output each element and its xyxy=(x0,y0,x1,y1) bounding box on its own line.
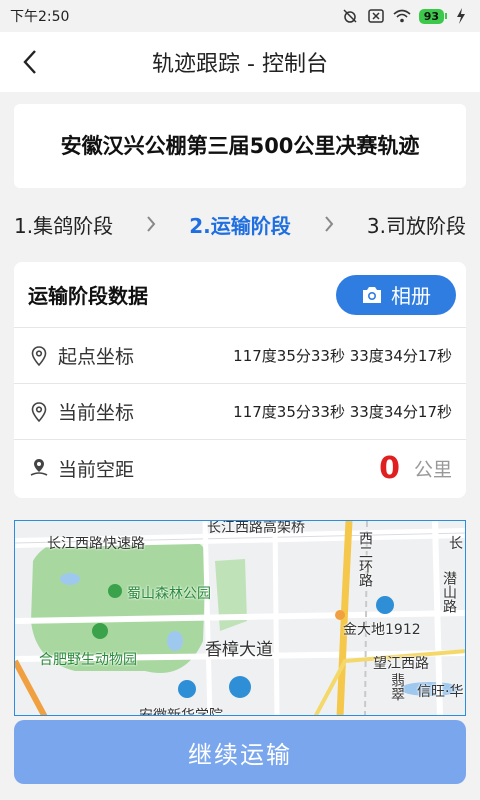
map-label-zoo: 合肥野生动物园 xyxy=(39,652,137,668)
back-button[interactable] xyxy=(14,46,46,78)
chevron-right-icon xyxy=(321,214,337,234)
transport-data-card: 运输阶段数据 相册 起点坐标 117度35分33秒 33度34分17秒 当前坐标… xyxy=(14,262,466,498)
data-card-heading: 运输阶段数据 xyxy=(28,284,148,308)
camera-icon xyxy=(363,286,381,303)
map-label-avenue: 香樟大道 xyxy=(205,640,273,660)
step-collect[interactable]: 1.集鸽阶段 xyxy=(14,210,113,239)
map-label-road3: 望江西路 xyxy=(373,656,429,672)
map-label-road4: 潜山路 xyxy=(441,571,457,613)
map-label-park: 蜀山森林公园 xyxy=(127,586,211,602)
location-pin-icon xyxy=(28,345,50,367)
current-distance-row: 当前空距 0 公里 xyxy=(14,440,466,496)
album-label: 相册 xyxy=(391,284,431,308)
map-view[interactable]: 长江西路高架桥 长江西路快速路 长 西二环路 蜀山森林公园 潜山路 金大地191… xyxy=(14,520,466,716)
map-label-edge: 长 xyxy=(449,536,463,552)
continue-transport-button[interactable]: 继续运输 xyxy=(14,720,466,784)
distance-unit: 公里 xyxy=(413,458,452,481)
current-coordinate-row: 当前坐标 117度35分33秒 33度34分17秒 xyxy=(14,384,466,440)
battery-level: 93 xyxy=(418,8,448,24)
data-card-header: 运输阶段数据 相册 xyxy=(14,262,466,328)
start-coordinate-label: 起点坐标 xyxy=(58,346,135,368)
step-transport[interactable]: 2.运输阶段 xyxy=(189,210,291,239)
race-title: 安徽汉兴公棚第三届500公里决赛轨迹 xyxy=(60,134,420,158)
step-release[interactable]: 3.司放阶段 xyxy=(367,210,466,239)
map-label-landmark: 金大地1912 xyxy=(343,622,421,638)
distance-pin-icon xyxy=(28,457,50,479)
map-label-road2: 长江西路快速路 xyxy=(47,536,145,552)
back-arrow-icon xyxy=(23,50,36,74)
charging-icon xyxy=(452,8,470,24)
current-coordinate-label: 当前坐标 xyxy=(58,402,135,424)
album-button[interactable]: 相册 xyxy=(336,274,456,315)
race-title-card: 安徽汉兴公棚第三届500公里决赛轨迹 xyxy=(14,104,466,188)
current-distance-value: 0 xyxy=(379,450,400,486)
current-coordinate-value: 117度35分33秒 33度34分17秒 xyxy=(233,403,452,421)
sim-off-icon xyxy=(367,8,385,24)
page-title: 轨迹跟踪 - 控制台 xyxy=(152,52,328,77)
map-label-school: 安徽新华学院 xyxy=(139,708,223,716)
stage-stepper: 1.集鸽阶段 2.运输阶段 3.司放阶段 xyxy=(14,202,466,246)
map-label-place: 信旺·华 xyxy=(417,684,464,700)
alarm-off-icon xyxy=(341,8,359,24)
status-time: 下午2:50 xyxy=(10,9,70,25)
map-label-ring: 西二环路 xyxy=(357,531,373,587)
map-label-road1: 长江西路高架桥 xyxy=(207,520,305,536)
app-bar: 轨迹跟踪 - 控制台 xyxy=(0,32,480,92)
status-bar: 下午2:50 93 xyxy=(0,0,480,32)
chevron-right-icon xyxy=(143,214,159,234)
current-distance-label: 当前空距 xyxy=(58,458,135,481)
location-pin-icon xyxy=(28,401,50,423)
map-label-fei: 翡翠 xyxy=(389,673,405,701)
wifi-icon xyxy=(393,8,411,24)
start-coordinate-value: 117度35分33秒 33度34分17秒 xyxy=(233,347,452,365)
start-coordinate-row: 起点坐标 117度35分33秒 33度34分17秒 xyxy=(14,328,466,384)
